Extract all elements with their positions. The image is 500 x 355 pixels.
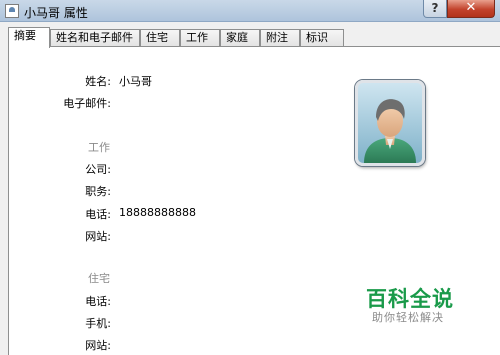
watermark-slogan: 助你轻松解决	[372, 311, 444, 324]
contact-photo[interactable]	[355, 80, 425, 166]
work-website-label: 网站:	[85, 230, 111, 243]
company-label: 公司:	[85, 163, 111, 176]
contact-card-icon	[5, 4, 19, 18]
tab-family[interactable]: 家庭	[220, 29, 260, 46]
home-section-heading: 住宅	[88, 272, 110, 285]
close-button[interactable]: ✕	[447, 0, 495, 18]
position-label: 职务:	[85, 185, 111, 198]
work-phone-value: 18888888888	[119, 206, 196, 219]
window-title: 小马哥 属性	[24, 6, 88, 20]
name-label: 姓名:	[85, 75, 111, 88]
home-website-label: 网站:	[85, 339, 111, 352]
work-section-heading: 工作	[88, 141, 110, 154]
mobile-label: 手机:	[85, 317, 111, 330]
person-silhouette-icon	[364, 99, 416, 163]
tab-strip: 摘要 姓名和电子邮件 住宅 工作 家庭 附注 标识	[8, 27, 344, 48]
tab-notes[interactable]: 附注	[260, 29, 300, 46]
tab-home[interactable]: 住宅	[140, 29, 180, 46]
home-phone-label: 电话:	[85, 295, 111, 308]
name-value: 小马哥	[119, 75, 152, 88]
tab-name-email[interactable]: 姓名和电子邮件	[50, 29, 140, 46]
title-bar: 小马哥 属性 ? ✕	[0, 0, 500, 22]
tab-ids[interactable]: 标识	[300, 29, 344, 46]
tab-work[interactable]: 工作	[180, 29, 220, 46]
work-phone-label: 电话:	[85, 208, 111, 221]
tab-summary[interactable]: 摘要	[8, 27, 50, 48]
email-label: 电子邮件:	[63, 97, 111, 110]
help-button[interactable]: ?	[423, 0, 447, 18]
